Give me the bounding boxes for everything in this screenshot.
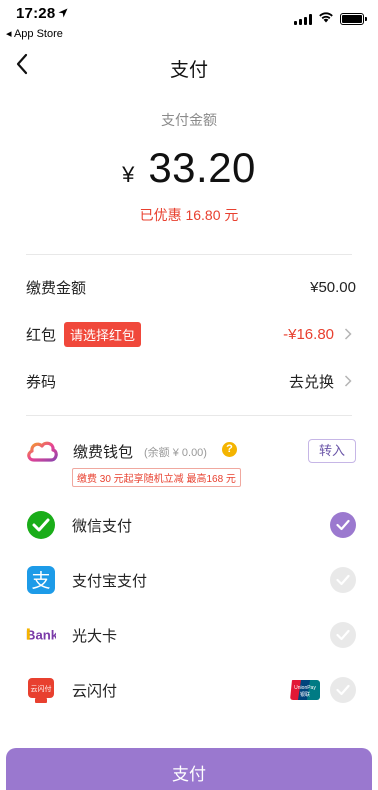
redpacket-label: 红包 bbox=[26, 326, 57, 344]
radio-unchecked-icon[interactable] bbox=[330, 567, 356, 593]
chevron-right-icon bbox=[340, 326, 356, 342]
currency-symbol: ¥ bbox=[122, 162, 135, 187]
status-time: 17:28 bbox=[16, 5, 68, 22]
alipay-icon: 支 bbox=[26, 565, 56, 595]
wechat-pay-icon bbox=[26, 510, 56, 540]
cloud-quickpass-icon: 云闪付 bbox=[26, 675, 56, 705]
location-arrow-icon bbox=[58, 8, 68, 21]
payment-method-wechat[interactable]: 微信支付 bbox=[26, 503, 356, 547]
transfer-in-button[interactable]: 转入 bbox=[308, 439, 356, 463]
navigation-bar: 支付 bbox=[0, 44, 378, 88]
wallet-title: 缴费钱包 bbox=[73, 444, 134, 461]
wallet-cloud-icon bbox=[26, 438, 58, 464]
redpacket-value: -¥16.80 bbox=[283, 325, 334, 343]
redpacket-row[interactable]: 红包 请选择红包 -¥16.80 bbox=[26, 314, 356, 354]
unionpay-logo-icon: UnionPay 银联 bbox=[290, 680, 320, 700]
page-title: 支付 bbox=[169, 60, 208, 81]
fee-amount-value: ¥50.00 bbox=[310, 278, 356, 296]
everbright-bank-icon: Bank bbox=[26, 620, 56, 650]
payment-method-label: 微信支付 bbox=[72, 517, 133, 535]
coupon-code-label: 券码 bbox=[26, 373, 57, 391]
payment-method-cloud-quickpass[interactable]: 云闪付 云闪付 UnionPay 银联 bbox=[26, 668, 356, 712]
svg-text:云闪付: 云闪付 bbox=[31, 684, 52, 693]
select-redpacket-button[interactable]: 请选择红包 bbox=[64, 321, 142, 347]
payment-method-label: 云闪付 bbox=[72, 682, 118, 700]
payment-wallet-row[interactable]: 缴费钱包 (余额 ¥ 0.00) ? 缴费 30 元起享随机立减 最高168 元… bbox=[26, 436, 356, 488]
payment-method-everbright[interactable]: Bank 光大卡 bbox=[26, 613, 356, 657]
payment-method-alipay[interactable]: 支 支付宝支付 bbox=[26, 558, 356, 602]
svg-text:银联: 银联 bbox=[300, 691, 310, 698]
wifi-icon bbox=[318, 10, 334, 28]
svg-text:支: 支 bbox=[31, 570, 50, 592]
payment-amount-section: 支付金额 ¥ 33.20 已优惠 16.80 元 bbox=[0, 88, 378, 258]
radio-checked-icon[interactable] bbox=[330, 512, 356, 538]
coupon-code-row[interactable]: 券码 去兑换 bbox=[26, 361, 356, 401]
payment-method-label: 光大卡 bbox=[72, 627, 118, 645]
wallet-promo-tag: 缴费 30 元起享随机立减 最高168 元 bbox=[72, 468, 241, 487]
payment-method-label: 支付宝支付 bbox=[72, 572, 148, 590]
discount-text: 已优惠 16.80 元 bbox=[139, 207, 239, 223]
battery-icon bbox=[340, 13, 367, 25]
payment-amount: ¥ 33.20 bbox=[0, 144, 378, 192]
redeem-coupon-link[interactable]: 去兑换 bbox=[289, 371, 334, 392]
radio-unchecked-icon[interactable] bbox=[330, 622, 356, 648]
svg-text:UnionPay: UnionPay bbox=[294, 685, 316, 691]
svg-text:Bank: Bank bbox=[26, 628, 56, 643]
status-time-text: 17:28 bbox=[16, 5, 56, 22]
cellular-signal-icon bbox=[294, 13, 312, 25]
payment-amount-label: 支付金额 bbox=[161, 112, 217, 128]
divider bbox=[26, 415, 352, 416]
status-bar: 17:28 ◂ App Store bbox=[0, 0, 378, 44]
fee-amount-row: 缴费金额 ¥50.00 bbox=[26, 267, 356, 307]
back-to-app-store-link[interactable]: ◂ App Store bbox=[6, 27, 63, 40]
wallet-balance: (余额 ¥ 0.00) bbox=[144, 447, 207, 459]
divider bbox=[26, 254, 352, 255]
radio-unchecked-icon[interactable] bbox=[330, 677, 356, 703]
pay-button[interactable]: 支付 bbox=[6, 748, 372, 790]
fee-amount-label: 缴费金额 bbox=[26, 279, 87, 297]
help-icon[interactable]: ? bbox=[222, 442, 237, 457]
payment-amount-value: 33.20 bbox=[148, 144, 256, 191]
status-indicators bbox=[294, 10, 367, 28]
chevron-right-icon bbox=[340, 373, 356, 389]
